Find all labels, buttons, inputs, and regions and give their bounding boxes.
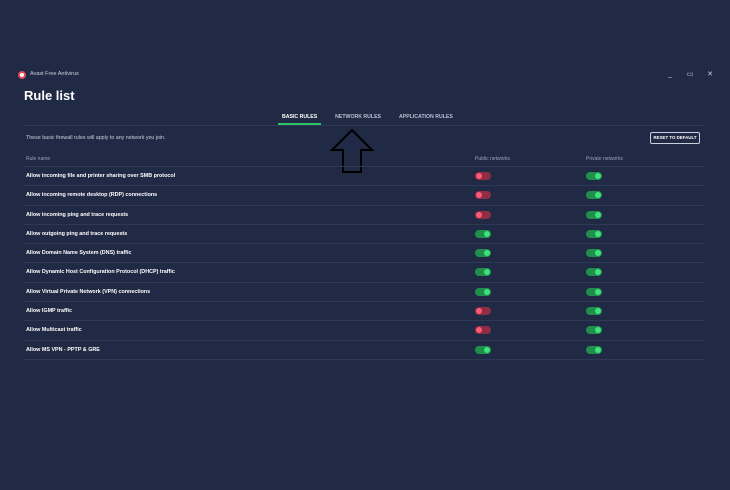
rules-table: Rule name Public networks Private networ… [24, 152, 704, 360]
toggle-knob [476, 308, 482, 315]
toggle-knob [595, 211, 601, 218]
rule-name: Allow Domain Name System (DNS) traffic [26, 250, 132, 257]
toggle-knob [595, 230, 601, 237]
rule-name: Allow incoming ping and trace requests [26, 211, 129, 218]
toggle-knob [484, 230, 490, 237]
toggle-knob [484, 269, 490, 276]
intro-text: These basic firewall rules will apply to… [26, 135, 166, 141]
public-network-toggle[interactable] [475, 326, 491, 335]
private-network-toggle[interactable] [586, 307, 602, 316]
tab-application-rules[interactable]: APPLICATION RULES [395, 110, 457, 122]
rule-name: Allow Virtual Private Network (VPN) conn… [26, 288, 151, 295]
restore-button[interactable]: ▭ [686, 70, 694, 80]
public-network-toggle[interactable] [475, 210, 491, 219]
table-row: Allow IGMP traffic [24, 302, 704, 322]
table-row: Allow Domain Name System (DNS) traffic [24, 244, 704, 264]
public-network-toggle[interactable] [475, 191, 491, 200]
tab-basic-rules[interactable]: BASIC RULES [278, 110, 322, 125]
table-row: Allow MS VPN - PPTP & GRE [24, 341, 704, 360]
private-network-toggle[interactable] [586, 210, 602, 219]
toggle-knob [595, 173, 601, 179]
table-row: Allow Virtual Private Network (VPN) conn… [24, 283, 704, 303]
title-bar: Avast Free Antivirus _ ▭ ✕ [18, 70, 714, 82]
rule-name: Allow incoming file and printer sharing … [26, 173, 176, 179]
toggle-knob [476, 211, 482, 218]
private-network-toggle[interactable] [586, 191, 602, 200]
toggle-knob [595, 308, 601, 315]
table-row: Allow incoming ping and trace requests [24, 206, 704, 225]
toggle-knob [484, 346, 490, 353]
public-network-toggle[interactable] [475, 307, 491, 316]
close-button[interactable]: ✕ [706, 70, 714, 80]
toggle-knob [595, 288, 601, 295]
rule-name: Allow outgoing ping and trace requests [26, 230, 128, 237]
rule-name: Allow MS VPN - PPTP & GRE [26, 346, 100, 353]
private-network-toggle[interactable] [586, 345, 602, 354]
column-public-networks: Public networks [475, 156, 511, 162]
rule-name: Allow Multicast traffic [26, 327, 82, 334]
rules-list: Allow incoming file and printer sharing … [24, 167, 704, 360]
window-controls: _ ▭ ✕ [666, 70, 714, 80]
private-network-toggle[interactable] [586, 172, 602, 180]
toggle-knob [595, 250, 601, 257]
private-network-toggle[interactable] [586, 268, 602, 277]
toggle-knob [484, 288, 490, 295]
table-row: Allow incoming file and printer sharing … [24, 167, 704, 187]
public-network-toggle[interactable] [475, 172, 491, 180]
app-title: Avast Free Antivirus [30, 71, 79, 77]
table-row: Allow incoming remote desktop (RDP) conn… [24, 186, 704, 206]
public-network-toggle[interactable] [475, 287, 491, 296]
toggle-knob [595, 269, 601, 276]
toggle-knob [484, 250, 490, 257]
rule-name: Allow IGMP traffic [26, 308, 73, 315]
toggle-knob [476, 192, 482, 199]
public-network-toggle[interactable] [475, 268, 491, 277]
tab-bar: BASIC RULES NETWORK RULES APPLICATION RU… [278, 110, 457, 126]
table-row: Allow Multicast traffic [24, 321, 704, 341]
tab-network-rules[interactable]: NETWORK RULES [331, 110, 385, 122]
public-network-toggle[interactable] [475, 345, 491, 354]
table-row: Allow outgoing ping and trace requests [24, 225, 704, 245]
toggle-knob [476, 327, 482, 334]
table-header: Rule name Public networks Private networ… [24, 152, 704, 167]
avast-logo-icon [18, 71, 26, 79]
rule-name: Allow Dynamic Host Configuration Protoco… [26, 269, 175, 276]
tab-divider [24, 125, 704, 126]
private-network-toggle[interactable] [586, 287, 602, 296]
minimize-button[interactable]: _ [666, 70, 674, 80]
public-network-toggle[interactable] [475, 229, 491, 238]
toggle-knob [595, 346, 601, 353]
private-network-toggle[interactable] [586, 229, 602, 238]
column-rule-name: Rule name [26, 156, 51, 162]
page-title: Rule list [24, 88, 75, 103]
toggle-knob [476, 173, 482, 179]
toggle-knob [595, 192, 601, 199]
private-network-toggle[interactable] [586, 249, 602, 258]
reset-to-default-button[interactable]: RESET TO DEFAULT [650, 132, 700, 144]
column-private-networks: Private networks [586, 156, 623, 162]
table-row: Allow Dynamic Host Configuration Protoco… [24, 263, 704, 283]
rule-name: Allow incoming remote desktop (RDP) conn… [26, 192, 158, 199]
private-network-toggle[interactable] [586, 326, 602, 335]
public-network-toggle[interactable] [475, 249, 491, 258]
toggle-knob [595, 327, 601, 334]
